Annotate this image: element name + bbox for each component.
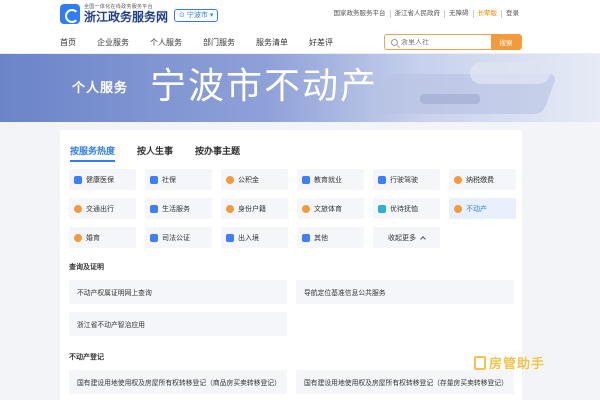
service-item[interactable]: 浙江省不动产智治应用 — [69, 312, 287, 336]
banner-title: 个人服务 — [72, 80, 129, 95]
category-grid: 健康医保 社保 公积金 教育就业 行驶驾驶 纳税缴费 交通出行 生活服务 身份户… — [69, 169, 516, 248]
category-culture[interactable]: 文旅体育 — [297, 198, 364, 219]
category-care[interactable]: 优待抚恤 — [373, 198, 440, 219]
shield-icon — [150, 175, 158, 184]
category-label: 优待抚恤 — [390, 205, 418, 213]
banner-illustration-keyboard — [420, 94, 480, 104]
top-bar: 全国一体化在线政务服务平台 浙江政务服务网 ⊙ 宁波市 ▾ 国家政务服务平台 浙… — [0, 0, 600, 30]
nav-item-department[interactable]: 部门服务 — [203, 37, 235, 48]
category-tax[interactable]: 纳税缴费 — [449, 169, 516, 190]
service-item[interactable]: 国有建设用地使用权及房屋所有权转移登记（存量房买卖转移登记） — [296, 370, 514, 394]
nav-item-personal[interactable]: 个人服务 — [150, 37, 182, 48]
category-justice[interactable]: 司法公证 — [145, 227, 212, 248]
fund-icon — [226, 175, 234, 184]
search-icon — [391, 38, 398, 46]
chevron-down-icon: ▾ — [209, 12, 214, 19]
category-label: 其他 — [314, 234, 328, 242]
category-housing-fund[interactable]: 公积金 — [221, 169, 288, 190]
category-other[interactable]: 其他 — [297, 227, 364, 248]
other-icon — [302, 233, 310, 242]
search-input[interactable] — [401, 38, 491, 46]
service-item[interactable]: 不动产权属证明网上查询 — [69, 280, 287, 304]
section-title-query: 查询及证明 — [69, 264, 104, 271]
nav-item-business[interactable]: 企业服务 — [97, 37, 129, 48]
main-panel: 按服务热度 按人生事 按办事主题 健康医保 社保 公积金 教育就业 行驶驾驶 纳… — [60, 130, 522, 400]
tab-by-popularity[interactable]: 按服务热度 — [70, 144, 116, 162]
passport-icon — [226, 233, 234, 242]
top-link-elder-mode[interactable]: 长辈版 — [474, 10, 502, 18]
nav-item-home[interactable]: 首页 — [60, 37, 76, 48]
search-box: 搜索 — [384, 34, 522, 50]
collapse-more-button[interactable]: 收起更多 — [373, 227, 440, 248]
category-label: 生活服务 — [162, 205, 190, 213]
category-label: 出入境 — [238, 234, 259, 242]
city-selector-label: 宁波市 — [186, 12, 208, 19]
watermark-text: 房管助手 — [489, 356, 546, 371]
category-label: 不动产 — [466, 205, 487, 213]
category-label: 司法公证 — [162, 234, 190, 242]
top-link-national-platform[interactable]: 国家政务服务平台 — [330, 10, 391, 18]
category-label: 社保 — [162, 176, 176, 184]
nav-item-review[interactable]: 好差评 — [309, 37, 333, 48]
life-icon — [150, 204, 158, 213]
category-label: 健康医保 — [86, 176, 114, 184]
top-links: 国家政务服务平台 浙江省人民政府 无障碍 长辈版 登录 — [330, 10, 524, 18]
chevron-up-icon — [420, 235, 426, 242]
watermark: 房管助手 — [474, 353, 545, 372]
site-logo[interactable]: 全国一体化在线政务服务平台 浙江政务服务网 — [60, 4, 168, 24]
category-label: 行驶驾驶 — [390, 176, 418, 184]
care-icon — [378, 204, 386, 213]
search-button[interactable]: 搜索 — [491, 34, 521, 50]
category-label: 公积金 — [238, 176, 259, 184]
tab-by-life-event[interactable]: 按人生事 — [137, 144, 173, 162]
car-icon — [378, 175, 386, 184]
justice-icon — [150, 233, 158, 242]
category-label: 婚育 — [86, 234, 100, 242]
category-medical[interactable]: 健康医保 — [69, 169, 136, 190]
tax-icon — [454, 175, 462, 184]
category-label: 身份户籍 — [238, 205, 266, 213]
education-icon — [302, 175, 310, 184]
category-label: 文旅体育 — [314, 205, 342, 213]
collapse-label: 收起更多 — [388, 234, 416, 242]
location-pin-icon: ⊙ — [179, 12, 185, 19]
top-link-accessibility[interactable]: 无障碍 — [445, 10, 474, 18]
logo-icon — [60, 4, 80, 24]
hero-banner: 个人服务 宁波市不动产 — [0, 54, 600, 122]
main-nav: 首页 企业服务 个人服务 部门服务 服务清单 好差评 搜索 — [0, 30, 600, 54]
category-education[interactable]: 教育就业 — [297, 169, 364, 190]
medical-icon — [74, 175, 82, 184]
category-label: 交通出行 — [86, 205, 114, 213]
category-life[interactable]: 生活服务 — [145, 198, 212, 219]
banner-heading: 宁波市不动产 — [150, 65, 379, 106]
banner-illustration-cup — [470, 62, 550, 84]
category-identity[interactable]: 身份户籍 — [221, 198, 288, 219]
category-label: 教育就业 — [314, 176, 342, 184]
category-tabs: 按服务热度 按人生事 按办事主题 — [70, 144, 262, 162]
logo-title: 浙江政务服务网 — [84, 10, 169, 24]
category-label: 纳税缴费 — [466, 176, 494, 184]
category-driving[interactable]: 行驶驾驶 — [373, 169, 440, 190]
location-icon — [74, 204, 82, 213]
category-social-security[interactable]: 社保 — [145, 169, 212, 190]
family-icon — [74, 233, 82, 242]
category-marriage[interactable]: 婚育 — [69, 227, 136, 248]
property-icon — [454, 204, 462, 213]
document-icon — [474, 355, 486, 370]
service-item[interactable]: 导航定位基准信息公共服务 — [296, 280, 514, 304]
tab-by-theme[interactable]: 按办事主题 — [195, 144, 240, 162]
category-immigration[interactable]: 出入境 — [221, 227, 288, 248]
service-item[interactable]: 国有建设用地使用权及房屋所有权转移登记（商品房买卖转移登记） — [69, 370, 287, 394]
top-link-provincial-gov[interactable]: 浙江省人民政府 — [391, 10, 445, 18]
category-real-estate[interactable]: 不动产 — [449, 198, 516, 219]
culture-icon — [302, 204, 310, 213]
id-card-icon — [226, 204, 234, 213]
city-selector[interactable]: ⊙ 宁波市 ▾ — [174, 9, 219, 22]
nav-item-service-list[interactable]: 服务清单 — [256, 37, 288, 48]
section-title-registration: 不动产登记 — [69, 354, 104, 361]
category-transport[interactable]: 交通出行 — [69, 198, 136, 219]
top-link-login[interactable]: 登录 — [502, 10, 523, 18]
